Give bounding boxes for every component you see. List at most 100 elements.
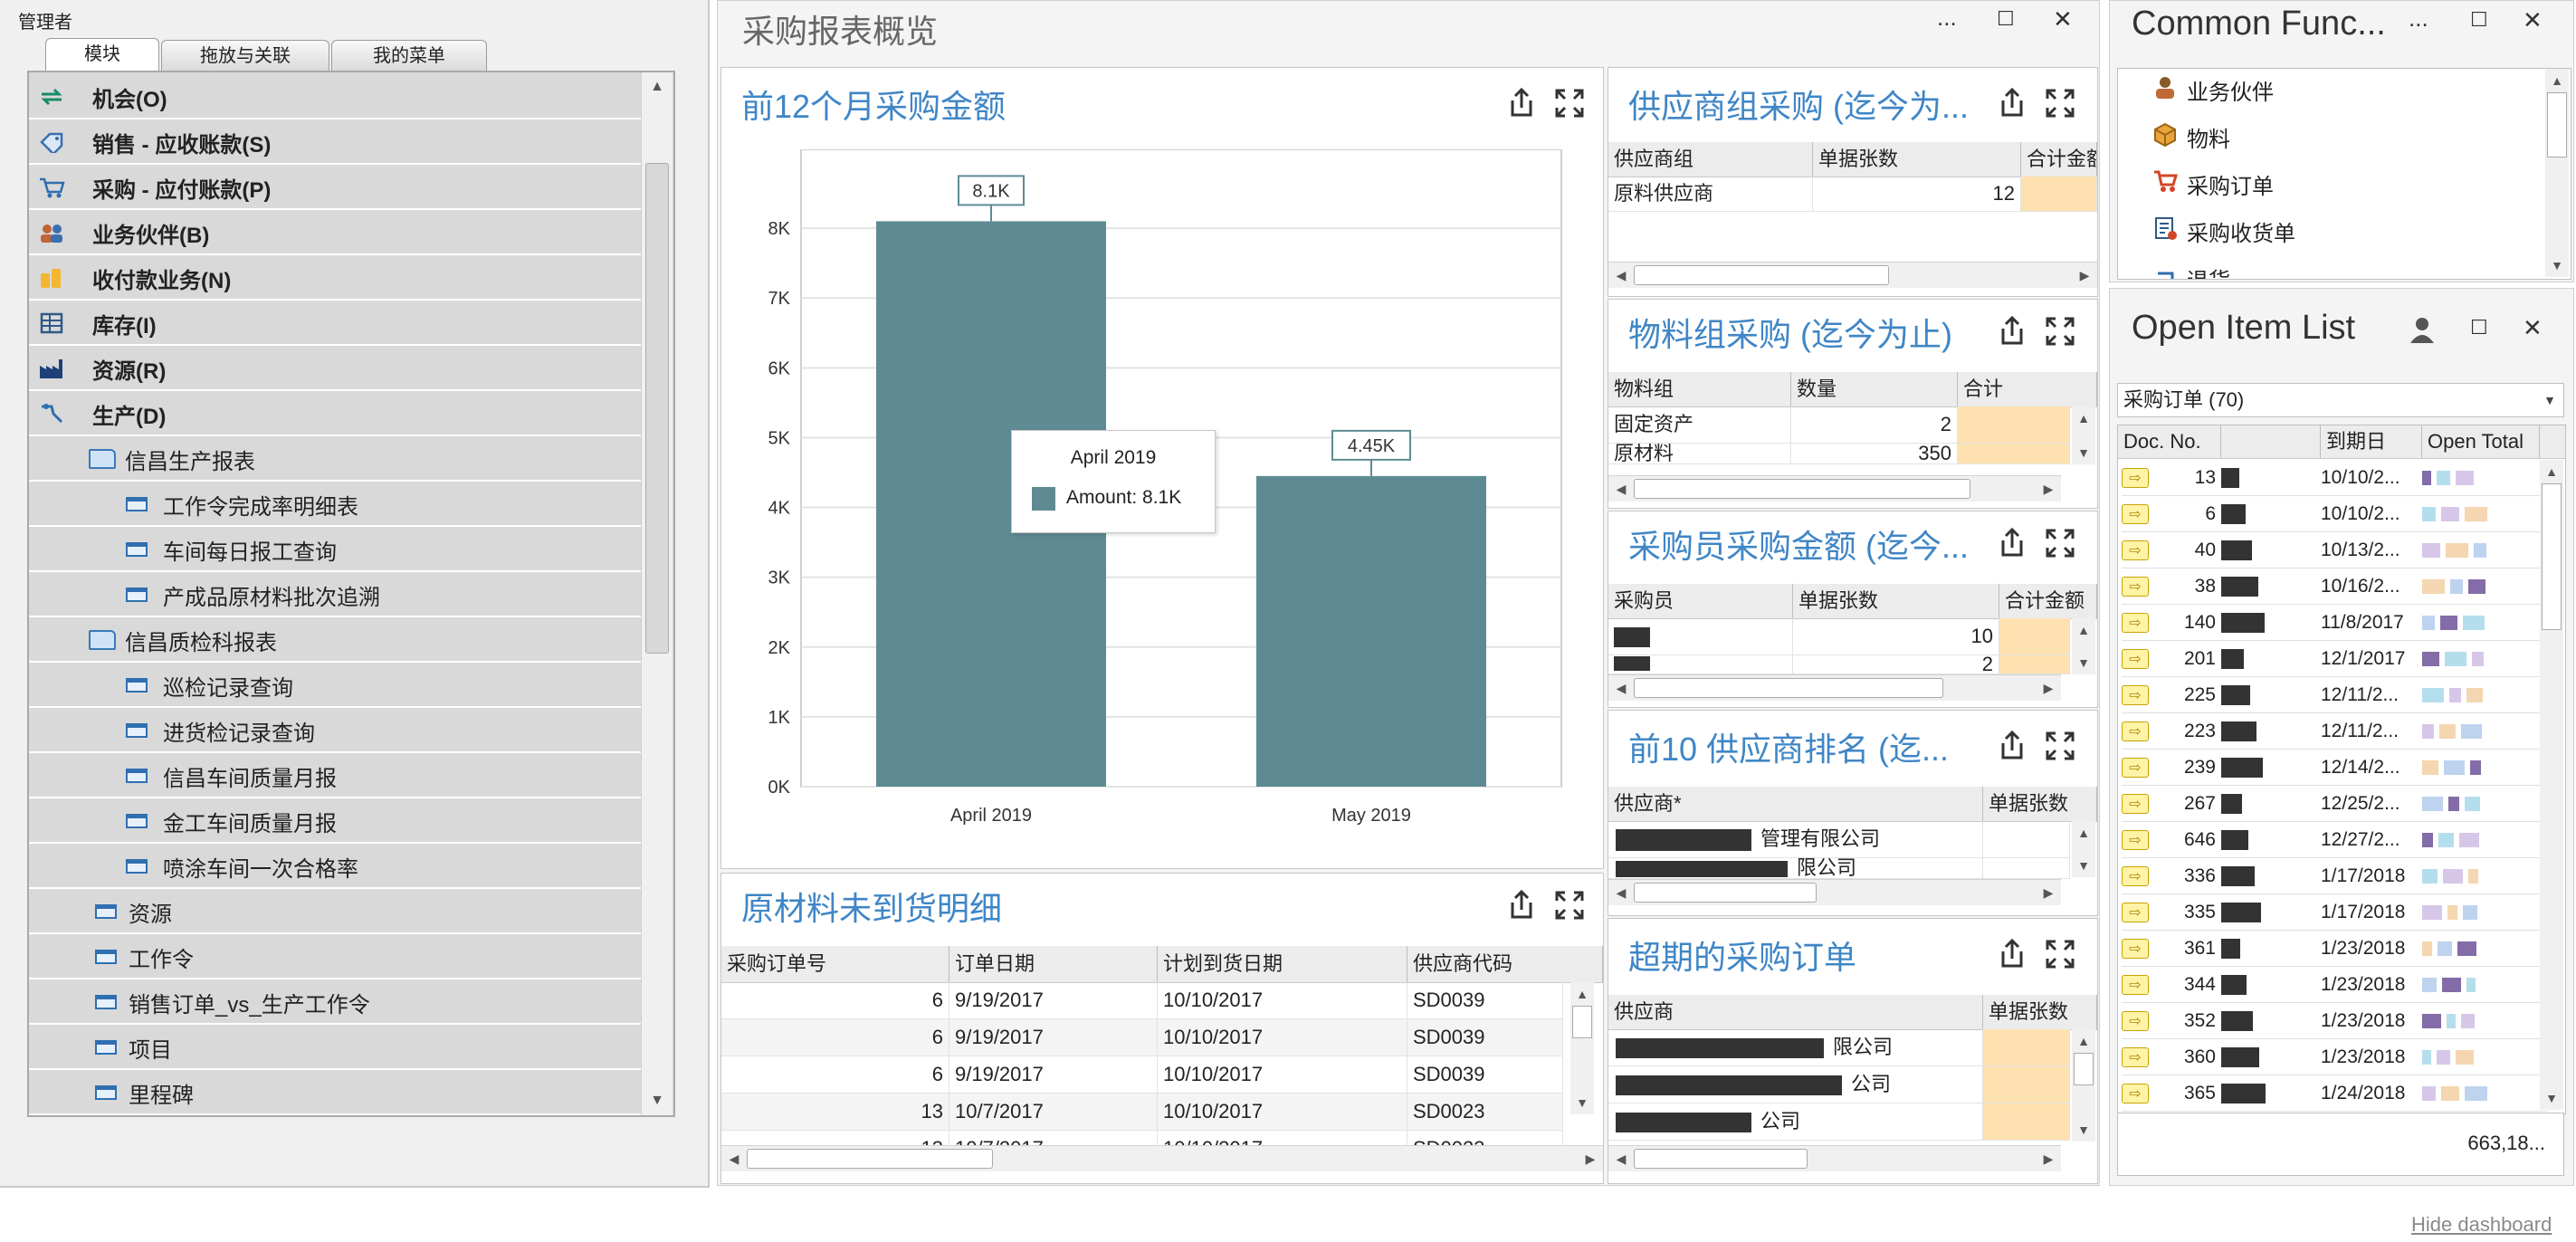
report-xinchang-quality-monthly[interactable]: 信昌车间质量月报 xyxy=(29,755,641,798)
tab-my-menu[interactable]: 我的菜单 xyxy=(331,40,487,72)
maximize-icon[interactable]: ☐ xyxy=(1997,7,2015,31)
item-projects[interactable]: 项目 xyxy=(29,1027,641,1070)
share-icon[interactable] xyxy=(1996,86,2028,119)
scrollbar-thumb[interactable] xyxy=(645,163,669,654)
scroll-up-arrow-icon[interactable]: ▲ xyxy=(2077,618,2090,642)
scroll-up-arrow-icon[interactable]: ▲ xyxy=(2545,460,2558,483)
link-arrow-icon[interactable]: ⇨ xyxy=(2122,612,2149,633)
link-arrow-icon[interactable]: ⇨ xyxy=(2122,902,2149,922)
scroll-down-arrow-icon[interactable]: ▼ xyxy=(2077,1118,2090,1142)
scroll-right-arrow-icon[interactable]: ▶ xyxy=(2036,681,2061,696)
link-arrow-icon[interactable]: ⇨ xyxy=(2122,540,2149,560)
link-arrow-icon[interactable]: ⇨ xyxy=(2122,1083,2149,1103)
scroll-down-arrow-icon[interactable]: ▼ xyxy=(2551,253,2563,277)
open-item-row[interactable]: ⇨ 344 1/23/2018 xyxy=(2122,967,2547,1003)
column-header[interactable]: 供应商 xyxy=(1608,995,1983,1029)
report-patrol-inspection[interactable]: 巡检记录查询 xyxy=(29,664,641,708)
overdue-hscroll[interactable]: ◀ ▶ xyxy=(1608,1145,2061,1171)
open-item-row[interactable]: ⇨ 646 12/27/2... xyxy=(2122,822,2547,858)
column-header[interactable]: 计划到货日期 xyxy=(1158,946,1407,982)
item-so-vs-work-order[interactable]: 销售订单_vs_生产工作令 xyxy=(29,981,641,1025)
open-item-row[interactable]: ⇨ 336 1/17/2018 xyxy=(2122,858,2547,894)
expand-icon[interactable] xyxy=(1554,88,1585,119)
item-resources[interactable]: 资源 xyxy=(29,891,641,934)
table-row[interactable]: 6 9/19/2017 10/10/2017 SD0039 xyxy=(721,982,1563,1019)
module-banking[interactable]: 收付款业务(N) xyxy=(29,257,641,301)
open-item-row[interactable]: ⇨ 40 10/13/2... xyxy=(2122,532,2547,568)
module-purchasing-ap[interactable]: 采购 - 应付账款(P) xyxy=(29,167,641,210)
material-group-hscroll[interactable]: ◀ ▶ xyxy=(1608,475,2061,502)
expand-icon[interactable] xyxy=(1554,890,1585,921)
column-header[interactable] xyxy=(2221,425,2321,458)
top-suppliers-hscroll[interactable]: ◀ ▶ xyxy=(1608,879,2061,905)
column-header[interactable]: 到期日 xyxy=(2321,425,2422,458)
scroll-left-arrow-icon[interactable]: ◀ xyxy=(1608,268,1634,283)
link-arrow-icon[interactable]: ⇨ xyxy=(2122,829,2149,850)
link-arrow-icon[interactable]: ⇨ xyxy=(2122,1046,2149,1067)
table-row[interactable]: 6 9/19/2017 10/10/2017 SD0039 xyxy=(721,1056,1563,1094)
link-arrow-icon[interactable]: ⇨ xyxy=(2122,576,2149,597)
scroll-down-arrow-icon[interactable]: ▼ xyxy=(2077,854,2090,877)
column-header[interactable]: 供应商* xyxy=(1608,787,1983,821)
scroll-up-arrow-icon[interactable]: ▲ xyxy=(2077,406,2090,430)
scrollbar-thumb[interactable] xyxy=(2547,92,2567,158)
column-header[interactable]: 合计金额 xyxy=(2021,142,2097,177)
open-item-row[interactable]: ⇨ 38 10/16/2... xyxy=(2122,568,2547,605)
table-row[interactable]: 13 10/7/2017 10/10/2017 SD0023 xyxy=(721,1094,1563,1131)
column-header[interactable]: 采购员 xyxy=(1608,584,1793,618)
more-options-icon[interactable]: ... xyxy=(1937,4,1957,32)
link-arrow-icon[interactable]: ⇨ xyxy=(2122,467,2149,488)
open-item-row[interactable]: ⇨ 360 1/23/2018 xyxy=(2122,1039,2547,1075)
report-painting-pass-rate[interactable]: 喷涂车间一次合格率 xyxy=(29,846,641,889)
table-row[interactable]: 10 xyxy=(1608,618,2070,655)
module-resources[interactable]: 资源(R) xyxy=(29,348,641,391)
function-business-partner[interactable]: 业务伙伴 xyxy=(2152,74,2274,106)
supplier-group-hscroll[interactable]: ◀ ▶ xyxy=(1608,262,2097,288)
report-metalwork-quality-monthly[interactable]: 金工车间质量月报 xyxy=(29,800,641,844)
scrollbar-thumb[interactable] xyxy=(747,1149,993,1169)
open-item-row[interactable]: ⇨ 335 1/17/2018 xyxy=(2122,894,2547,931)
table-row[interactable]: 限公司 xyxy=(1608,1029,2070,1066)
column-header[interactable]: 合计金额 xyxy=(1999,584,2097,618)
share-icon[interactable] xyxy=(1505,888,1538,921)
scroll-right-arrow-icon[interactable]: ▶ xyxy=(2036,1151,2061,1167)
scroll-up-arrow-icon[interactable]: ▲ xyxy=(642,72,673,101)
scrollbar-thumb[interactable] xyxy=(1634,1149,1808,1169)
scrollbar-thumb[interactable] xyxy=(1634,678,1943,698)
raw-material-vscroll[interactable]: ▲ ▼ xyxy=(1570,982,1594,1114)
scroll-up-arrow-icon[interactable]: ▲ xyxy=(1576,982,1589,1006)
scroll-left-arrow-icon[interactable]: ◀ xyxy=(1608,482,1634,497)
open-item-vscroll[interactable]: ▲ ▼ xyxy=(2540,460,2563,1110)
column-header[interactable]: 单据张数 xyxy=(1983,995,2097,1029)
close-icon[interactable]: ✕ xyxy=(2523,6,2543,34)
column-header[interactable]: Doc. No. xyxy=(2118,425,2221,458)
module-production[interactable]: 生产(D) xyxy=(29,393,641,436)
column-header[interactable]: 单据张数 xyxy=(1983,787,2097,821)
scroll-left-arrow-icon[interactable]: ◀ xyxy=(721,1151,747,1167)
scrollbar-thumb[interactable] xyxy=(2542,483,2562,630)
table-row[interactable]: 2 xyxy=(1608,655,2070,674)
top-suppliers-vscroll[interactable]: ▲ ▼ xyxy=(2072,821,2095,877)
buyer-hscroll[interactable]: ◀ ▶ xyxy=(1608,674,2061,701)
scroll-right-arrow-icon[interactable]: ▶ xyxy=(1578,1151,1603,1167)
link-arrow-icon[interactable]: ⇨ xyxy=(2122,938,2149,959)
open-item-row[interactable]: ⇨ 365 1/24/2018 xyxy=(2122,1075,2547,1112)
function-returns[interactable]: 退货 xyxy=(2152,263,2230,279)
open-item-row[interactable]: ⇨ 267 12/25/2... xyxy=(2122,786,2547,822)
table-row[interactable]: 公司 xyxy=(1608,1066,2070,1103)
raw-material-hscroll[interactable]: ◀ ▶ xyxy=(721,1145,1603,1171)
open-item-row[interactable]: ⇨ 352 1/23/2018 xyxy=(2122,1003,2547,1039)
expand-icon[interactable] xyxy=(2045,939,2075,970)
module-opportunities[interactable]: 机会(O) xyxy=(29,76,641,119)
scrollbar-thumb[interactable] xyxy=(2074,1053,2094,1085)
scroll-right-arrow-icon[interactable]: ▶ xyxy=(2036,482,2061,497)
scrollbar-thumb[interactable] xyxy=(1634,479,1970,499)
common-functions-vscroll[interactable]: ▲ ▼ xyxy=(2545,69,2569,277)
maximize-icon[interactable]: ☐ xyxy=(2470,8,2488,32)
scroll-up-arrow-icon[interactable]: ▲ xyxy=(2077,1029,2090,1053)
open-item-row[interactable]: ⇨ 361 1/23/2018 xyxy=(2122,931,2547,967)
open-item-row[interactable]: ⇨ 6 10/10/2... xyxy=(2122,496,2547,532)
scroll-down-arrow-icon[interactable]: ▼ xyxy=(2545,1086,2558,1110)
link-arrow-icon[interactable]: ⇨ xyxy=(2122,684,2149,705)
column-header[interactable]: 合计 xyxy=(1958,372,2097,406)
